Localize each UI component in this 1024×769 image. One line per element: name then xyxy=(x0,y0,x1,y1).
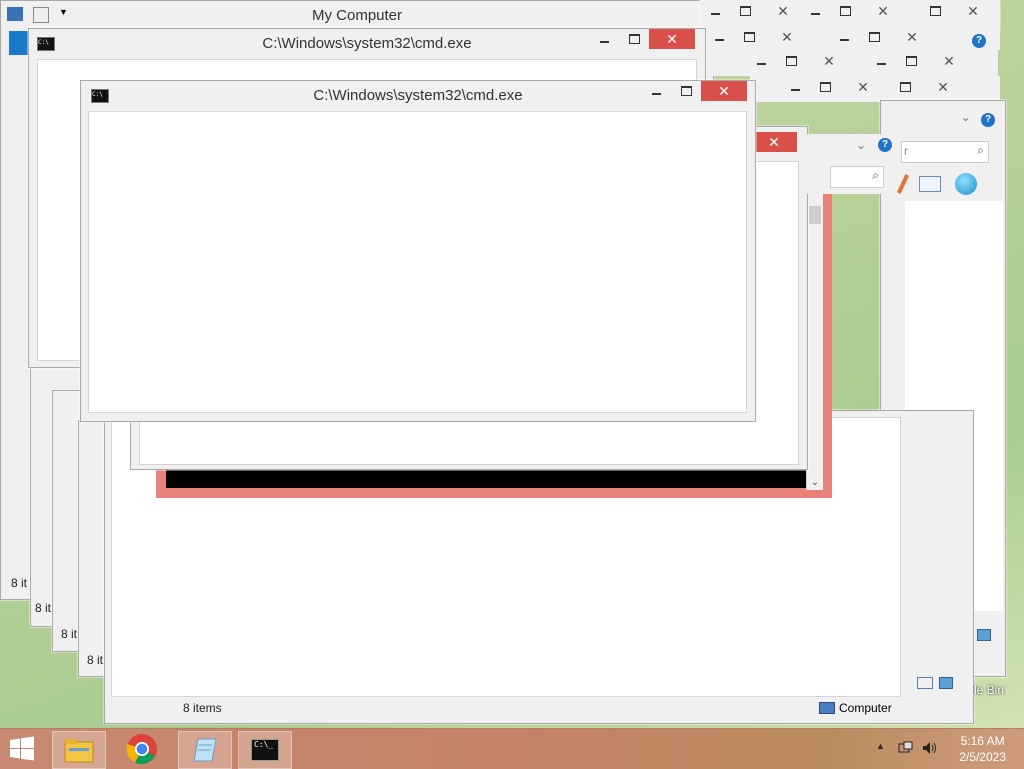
search-icon[interactable]: ⌕ xyxy=(872,168,879,183)
computer-icon xyxy=(819,702,835,714)
status-item-count: 8 it xyxy=(11,576,28,590)
explorer-nav-snippet: ⌄ ? ⌕ xyxy=(806,134,896,194)
address-chevron-icon[interactable]: ⌄ xyxy=(961,111,970,124)
explorer-controls-row-4[interactable]: ✕ ✕ xyxy=(750,76,1000,102)
status-item-count: 8 it xyxy=(35,601,52,615)
notepad-icon xyxy=(193,738,217,762)
network-globe-icon[interactable] xyxy=(955,173,977,195)
toolbar-row xyxy=(896,173,977,195)
large-icons-view-icon[interactable] xyxy=(977,629,991,641)
search-partial-text: r xyxy=(904,144,908,158)
minimize-button[interactable] xyxy=(641,81,671,101)
details-view-icon[interactable] xyxy=(917,677,933,689)
help-icon[interactable]: ? xyxy=(972,34,986,48)
mail-icon[interactable] xyxy=(919,176,941,192)
large-icons-view-icon[interactable] xyxy=(939,677,953,689)
window-title: My Computer xyxy=(311,7,403,24)
start-button[interactable] xyxy=(8,735,38,763)
cmd-icon: C:\_ xyxy=(251,739,279,761)
status-computer-group: Computer xyxy=(819,701,892,715)
explorer-controls-row-2[interactable]: ✕ ✕ ? xyxy=(704,26,1000,50)
chrome-icon xyxy=(126,734,157,765)
close-icon[interactable]: ✕ xyxy=(751,132,797,152)
view-icons xyxy=(917,677,953,689)
desktop: { "windows": { "explorer": { "title": "M… xyxy=(0,0,1024,769)
ribbon-file-tab[interactable] xyxy=(9,31,29,55)
show-hidden-icons-icon[interactable]: ▲ xyxy=(876,741,885,751)
status-computer: Computer xyxy=(839,701,892,715)
recycle-bin-label[interactable]: le Bin xyxy=(974,683,1004,697)
system-clock[interactable]: 5:16 AM 2/5/2023 xyxy=(959,733,1006,765)
help-icon[interactable]: ? xyxy=(981,113,995,127)
volume-icon[interactable] xyxy=(922,741,938,758)
windows-logo-icon xyxy=(10,736,34,761)
folder-icon xyxy=(64,739,94,763)
taskbar-cmd[interactable]: C:\_ xyxy=(238,731,292,769)
search-box[interactable]: r ⌕ xyxy=(901,141,989,163)
search-box[interactable]: ⌕ xyxy=(830,166,884,188)
taskbar-notepad[interactable] xyxy=(178,731,232,769)
status-item-count: 8 items xyxy=(183,701,222,715)
clock-date: 2/5/2023 xyxy=(959,750,1006,764)
maximize-button[interactable] xyxy=(671,81,701,101)
pencil-icon[interactable] xyxy=(896,174,910,194)
taskbar: C:\_ ▲ 5:16 AM 2/5/2023 xyxy=(0,728,1024,769)
scroll-thumb[interactable] xyxy=(809,206,821,224)
cmd-window-front[interactable]: C:\ C:\Windows\system32\cmd.exe ✕ xyxy=(80,80,756,422)
clock-time: 5:16 AM xyxy=(960,734,1005,748)
minimize-button[interactable] xyxy=(589,29,619,49)
help-icon[interactable]: ? xyxy=(878,138,892,152)
console-area[interactable] xyxy=(88,111,747,413)
close-button[interactable]: ✕ xyxy=(701,81,747,101)
taskbar-chrome[interactable] xyxy=(116,731,168,767)
network-icon[interactable] xyxy=(898,741,914,758)
chevron-down-icon[interactable]: ⌄ xyxy=(856,138,866,152)
search-icon[interactable]: ⌕ xyxy=(977,143,984,158)
status-item-count: 8 it xyxy=(61,627,78,641)
status-item-count: 8 it xyxy=(87,653,104,667)
close-button[interactable]: ✕ xyxy=(649,29,695,49)
taskbar-file-explorer[interactable] xyxy=(52,731,106,769)
explorer-controls-row-3[interactable]: ✕ ✕ xyxy=(706,50,998,76)
maximize-button[interactable] xyxy=(619,29,649,49)
scroll-down-icon[interactable]: ⌄ xyxy=(807,477,823,488)
vertical-scrollbar[interactable]: ⌃ ⌄ xyxy=(806,188,823,490)
